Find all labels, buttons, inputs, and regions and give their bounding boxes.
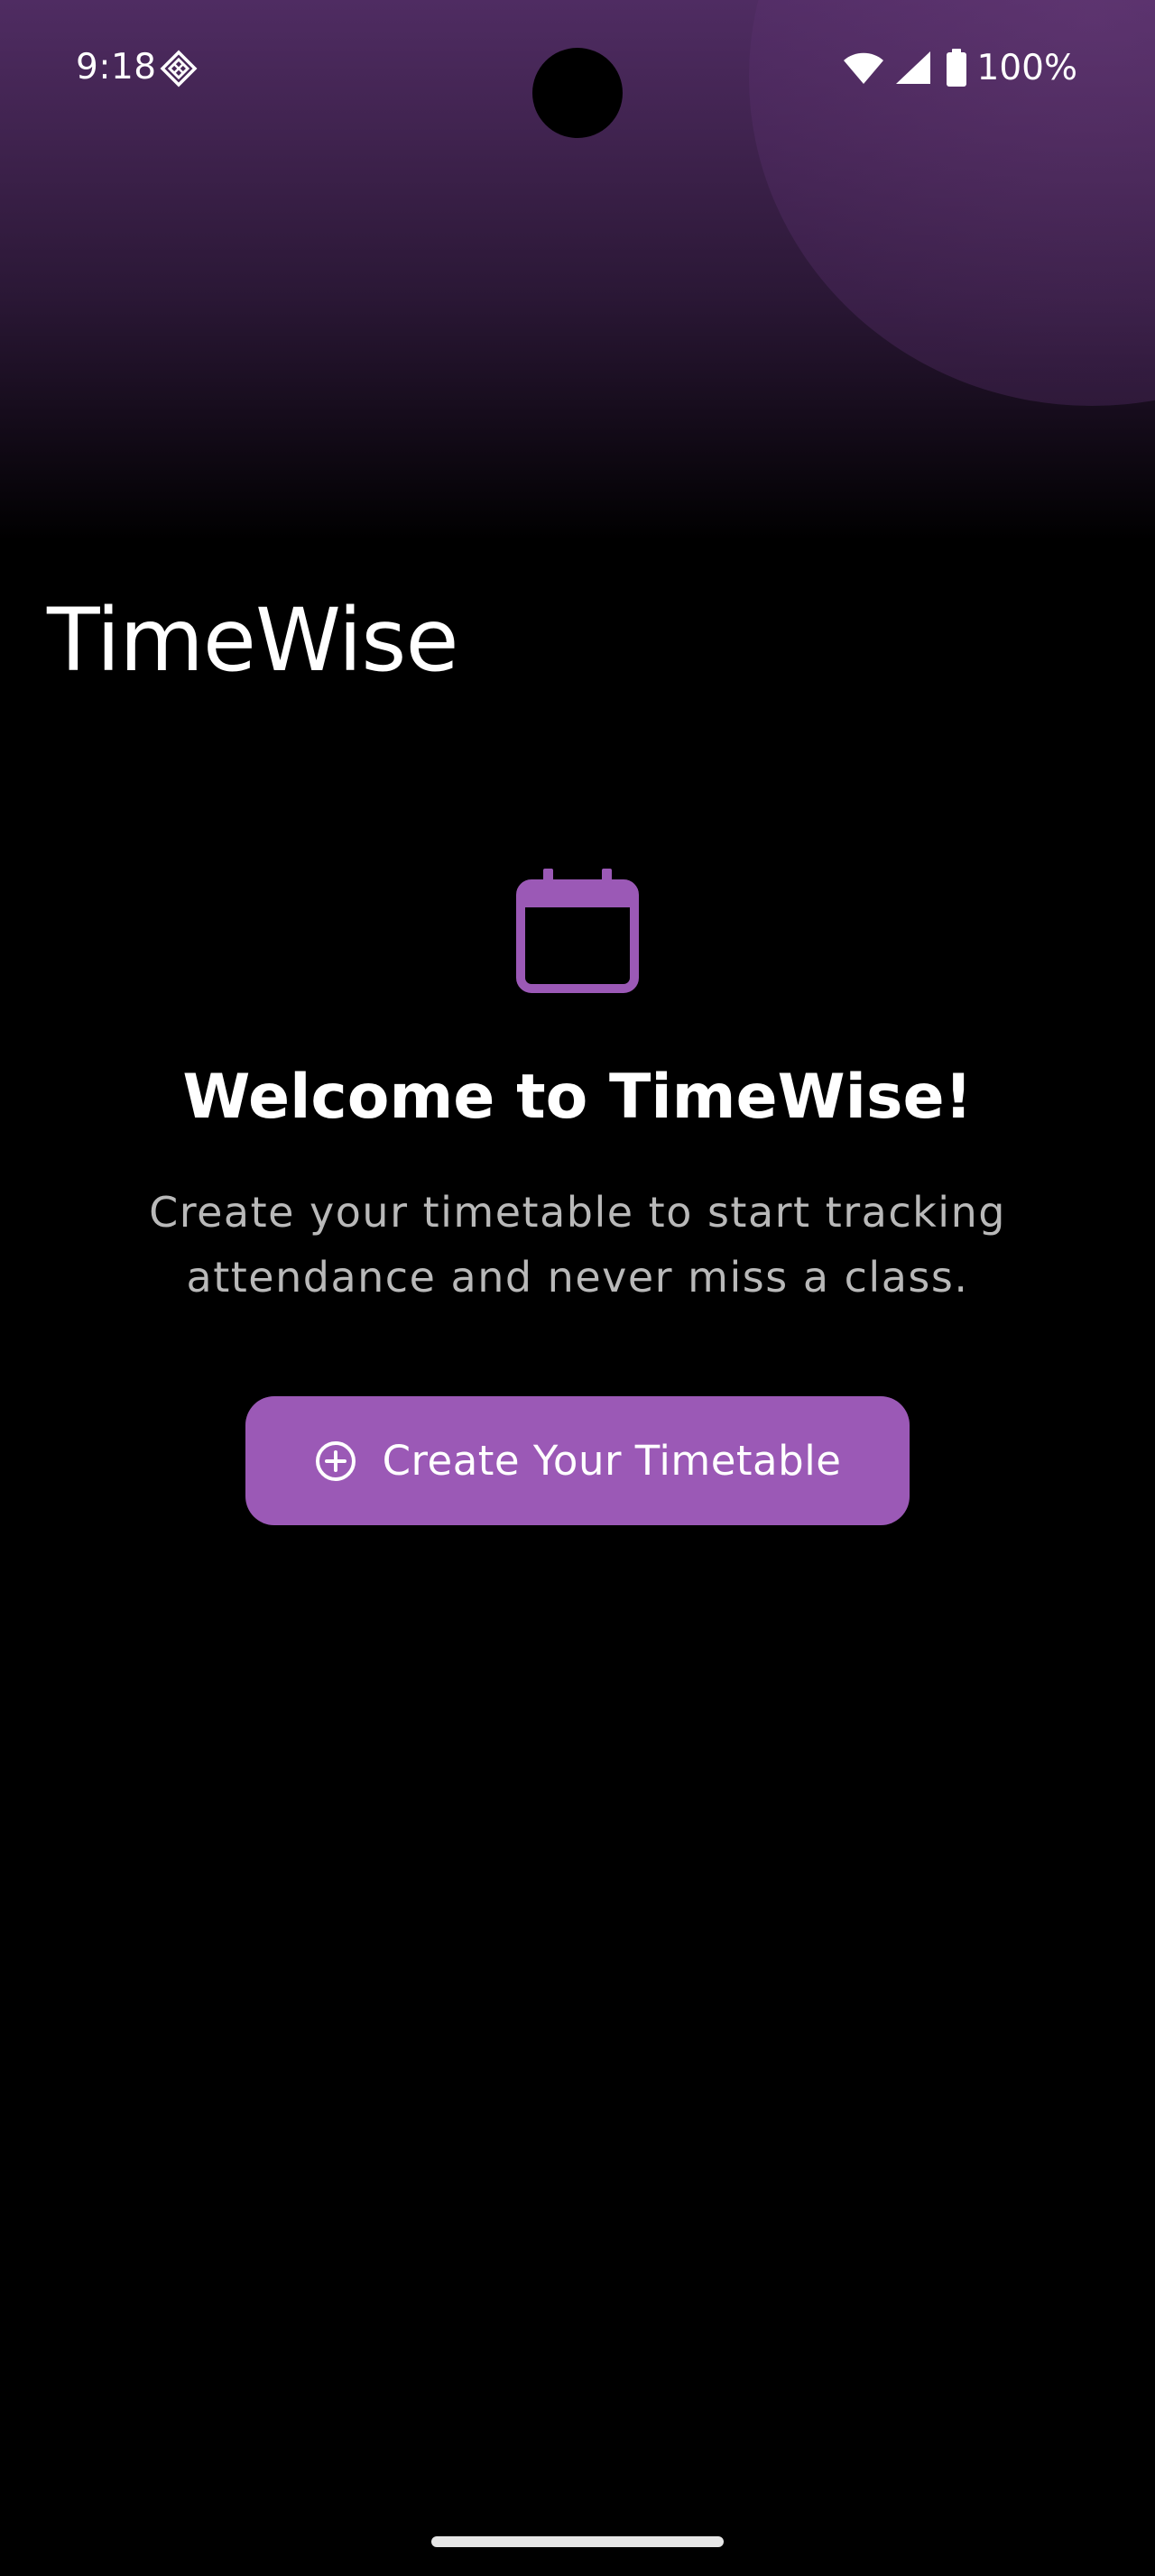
gesture-navigation-bar[interactable] [431, 2536, 724, 2547]
battery-icon [946, 49, 966, 87]
create-timetable-label: Create Your Timetable [382, 1437, 842, 1485]
battery-percentage: 100% [976, 47, 1078, 88]
welcome-subtitle-line-1: Create your timetable to start tracking [149, 1188, 1006, 1237]
create-timetable-button[interactable]: Create Your Timetable [245, 1396, 910, 1525]
app-screen: 9:18 100% TimeWise Welcome to TimeWise! … [0, 0, 1155, 2576]
app-title: TimeWise [47, 590, 458, 691]
calendar-icon [516, 869, 639, 993]
welcome-subtitle: Create your timetable to start tracking … [126, 1180, 1029, 1310]
wifi-icon [843, 52, 883, 84]
status-bar: 9:18 100% [0, 0, 1155, 138]
camera-cutout [532, 48, 623, 138]
welcome-title: Welcome to TimeWise! [182, 1062, 973, 1133]
status-icons: 100% [842, 45, 1078, 90]
add-circle-icon [315, 1440, 356, 1481]
cell-signal-icon [895, 51, 930, 84]
welcome-subtitle-line-2: attendance and never miss a class. [186, 1253, 969, 1302]
nfc-icon [160, 50, 198, 87]
status-time: 9:18 [76, 47, 157, 87]
